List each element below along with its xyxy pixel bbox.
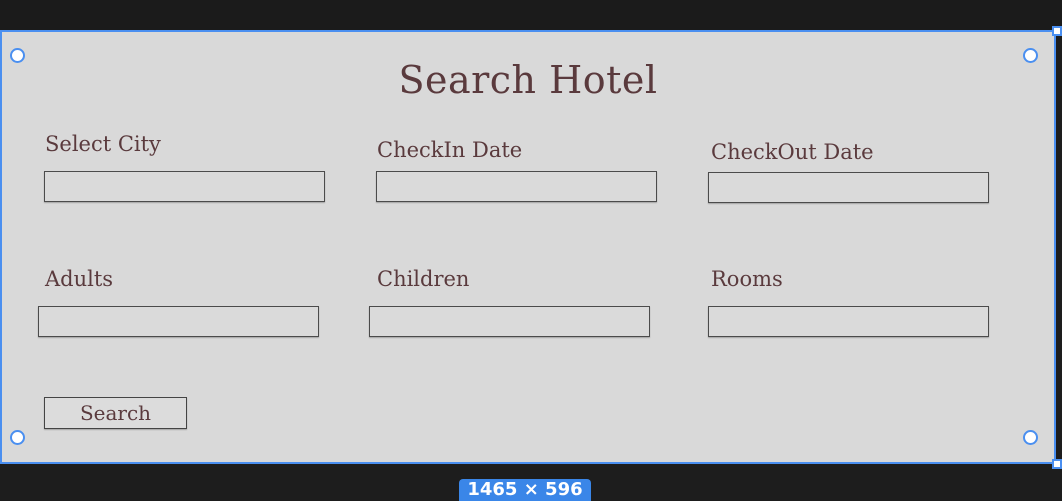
checkout-date-label: CheckOut Date [711,140,874,164]
checkin-date-label: CheckIn Date [377,138,523,162]
frame-size-badge: 1465 × 596 [459,479,591,501]
page-title: Search Hotel [398,58,658,102]
resize-handle-bottom-right[interactable] [1023,430,1038,445]
children-label: Children [377,267,470,291]
search-button[interactable]: Search [44,397,187,429]
select-city-label: Select City [45,132,161,156]
select-city-input[interactable] [44,171,325,202]
rooms-input[interactable] [708,306,989,337]
adults-input[interactable] [38,306,319,337]
checkin-date-input[interactable] [376,171,657,202]
resize-handle-bottom-left[interactable] [10,430,25,445]
children-input[interactable] [369,306,650,337]
checkout-date-input[interactable] [708,172,989,203]
rooms-label: Rooms [711,267,783,291]
corner-handle-bottom-right[interactable] [1052,459,1062,469]
adults-label: Adults [45,267,114,291]
editor-top-bar [0,0,1062,30]
corner-handle-top-right[interactable] [1052,26,1062,36]
